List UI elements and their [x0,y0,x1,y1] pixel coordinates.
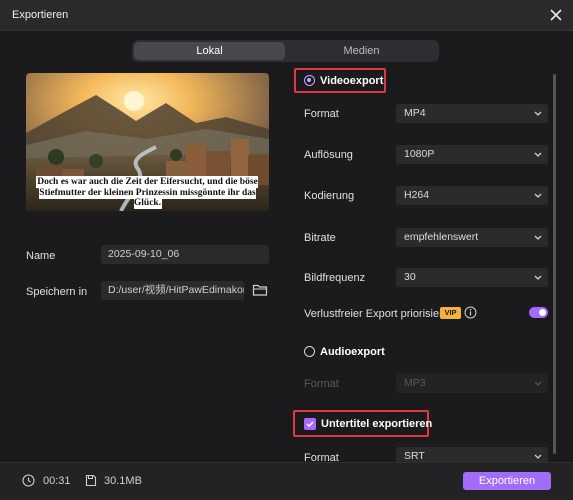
encoding-value: H264 [404,189,430,201]
title-bar: Exportieren [0,0,573,31]
bitrate-select[interactable]: empfehlenswert [396,228,548,247]
lossless-export-toggle[interactable] [529,307,548,318]
framerate-label: Bildfrequenz [304,272,366,284]
info-icon[interactable] [464,306,477,319]
videoexport-label[interactable]: Videoexport [320,75,383,87]
file-size-icon [85,474,97,487]
format-value: MP4 [404,107,426,119]
tab-lokal[interactable]: Lokal [134,42,285,60]
video-preview: Doch es war auch die Zeit der Eifersucht… [26,73,269,211]
encoding-select[interactable]: H264 [396,186,548,205]
chevron-down-icon [534,275,542,280]
subtitle-export-label[interactable]: Untertitel exportieren [321,418,432,430]
resolution-select[interactable]: 1080P [396,145,548,164]
chevron-down-icon [534,454,542,459]
save-location-label: Speichern in [26,286,88,298]
audioexport-radio[interactable] [304,346,315,357]
clock-icon [22,474,35,487]
checkmark-icon [306,421,314,428]
save-path-input[interactable]: D:/user/视频/HitPawEdimakor [101,281,244,300]
resolution-value: 1080P [404,148,435,160]
subtitle-format-value: SRT [404,450,425,462]
encoding-label: Kodierung [304,190,355,202]
subtitle-export-checkbox[interactable] [304,418,316,430]
chevron-down-icon [534,193,542,198]
export-button[interactable]: Exportieren [463,472,551,490]
framerate-value: 30 [404,271,416,283]
export-target-tabs: Lokal Medien [132,40,439,62]
folder-icon[interactable] [252,283,268,297]
bitrate-label: Bitrate [304,232,336,244]
chevron-down-icon [534,152,542,157]
name-input[interactable]: 2025-09-10_06 [101,245,269,264]
audio-format-label: Format [304,378,339,390]
audioexport-label[interactable]: Audioexport [320,346,385,358]
framerate-select[interactable]: 30 [396,268,548,287]
audio-format-select: MP3 [396,374,548,393]
chevron-down-icon [534,235,542,240]
close-icon[interactable] [547,6,565,24]
vip-badge: VIP [440,307,461,319]
window-title: Exportieren [12,9,69,21]
bitrate-value: empfehlenswert [404,231,479,243]
tab-medien[interactable]: Medien [286,42,437,60]
lossless-export-label: Verlustfreier Export priorisiert [304,308,446,320]
preview-subtitle: Doch es war auch die Zeit der Eifersucht… [34,177,261,209]
audio-format-value: MP3 [404,377,426,389]
file-size-text: 30.1MB [104,475,142,487]
chevron-down-icon [534,111,542,116]
duration-text: 00:31 [43,475,71,487]
chevron-down-icon [534,381,542,386]
videoexport-radio[interactable] [304,75,315,86]
resolution-label: Auflösung [304,149,353,161]
name-label: Name [26,250,56,262]
settings-scrollbar[interactable] [553,74,556,454]
preview-subtitle-text: Doch es war auch die Zeit der Eifersucht… [37,177,258,208]
format-label: Format [304,108,339,120]
format-select[interactable]: MP4 [396,104,548,123]
